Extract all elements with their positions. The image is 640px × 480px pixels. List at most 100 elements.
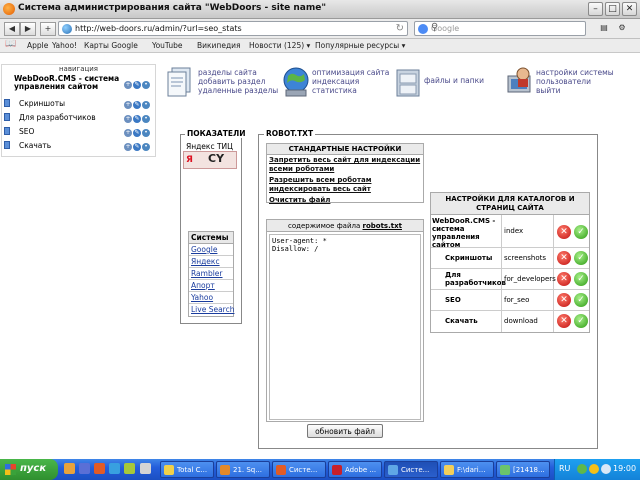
tool-link-sections[interactable]: разделы сайта (198, 68, 278, 77)
deny-icon[interactable]: ✕ (557, 314, 571, 328)
tree-item-label: Для разработчиков (19, 113, 96, 122)
search-field[interactable]: Google ⚲ (414, 21, 586, 36)
system-link-yandex[interactable]: Яндекс (189, 256, 233, 268)
file-content-box: содержимое файла robots.txt (266, 219, 424, 422)
allow-icon[interactable]: ✓ (574, 293, 588, 307)
taskbar-item[interactable]: Систе... (272, 461, 326, 478)
edit-icon[interactable]: ✎ (133, 129, 141, 137)
system-link-google[interactable]: Google (189, 244, 233, 256)
add-icon[interactable]: + (124, 81, 132, 89)
allow-icon[interactable]: ✓ (574, 314, 588, 328)
allow-icon[interactable]: ✓ (574, 251, 588, 265)
settings-tool[interactable]: настройки системы пользователи выйти (506, 64, 636, 104)
forward-button[interactable]: ▶ (20, 22, 36, 36)
edit-icon[interactable]: ✎ (133, 115, 141, 123)
close-button[interactable]: ✕ (622, 2, 637, 16)
tool-link-files[interactable]: файлы и папки (424, 76, 484, 85)
robots-caption: ROBOT.TXT (264, 129, 316, 138)
gear-icon[interactable]: ⚙ (614, 22, 630, 36)
tray-icon[interactable] (601, 464, 611, 474)
start-button[interactable]: пуск (0, 459, 58, 480)
tree-item[interactable]: Скриншоты + ✎ • (4, 98, 155, 110)
edit-icon[interactable]: ✎ (133, 143, 141, 151)
tree-item[interactable]: Скачать + ✎ • (4, 140, 155, 152)
quicklaunch-icon[interactable] (124, 463, 135, 474)
add-icon[interactable]: + (124, 115, 132, 123)
tree-item[interactable]: Для разработчиков + ✎ • (4, 112, 155, 124)
settings-icon[interactable]: • (142, 129, 150, 137)
edit-icon[interactable]: ✎ (133, 81, 141, 89)
deny-icon[interactable]: ✕ (557, 293, 571, 307)
bookmark-item[interactable]: Yahoo! (52, 41, 77, 50)
add-icon[interactable]: + (124, 101, 132, 109)
tree-item[interactable]: SEO + ✎ • (4, 126, 155, 138)
taskbar-item-active[interactable]: Систе... (384, 461, 438, 478)
robots-textarea[interactable] (269, 234, 421, 420)
bookmark-item[interactable]: Apple (27, 41, 48, 50)
language-indicator[interactable]: RU (559, 464, 570, 473)
taskbar-item[interactable]: Adobe ... (328, 461, 382, 478)
update-file-button[interactable]: обновить файл (307, 424, 383, 438)
tool-link-users[interactable]: пользователи (536, 77, 614, 86)
settings-icon[interactable]: • (142, 101, 150, 109)
taskbar-item-label: Систе... (289, 466, 318, 474)
quicklaunch-icon[interactable] (140, 463, 151, 474)
bookmark-item[interactable]: Новости (125) ▾ (249, 41, 310, 50)
new-tab-button[interactable]: + (40, 22, 56, 36)
files-tool[interactable]: файлы и папки (394, 64, 494, 104)
settings-icon[interactable]: • (142, 81, 150, 89)
add-icon[interactable]: + (124, 129, 132, 137)
tree-item-root[interactable]: WebDooR.CMS - система управления сайтом … (4, 75, 155, 97)
deny-all-link[interactable]: Запретить весь сайт для индексации всеми… (267, 155, 423, 175)
bookmark-item[interactable]: Популярные ресурсы ▾ (315, 41, 405, 50)
deny-icon[interactable]: ✕ (557, 272, 571, 286)
minimize-button[interactable]: – (588, 2, 603, 16)
tool-link-logout[interactable]: выйти (536, 86, 614, 95)
bookmarks-book-icon[interactable]: 📖 (5, 39, 16, 49)
file-content-header: содержимое файла robots.txt (267, 220, 423, 232)
quicklaunch-icon[interactable] (79, 463, 90, 474)
edit-icon[interactable]: ✎ (133, 101, 141, 109)
quicklaunch-icon[interactable] (94, 463, 105, 474)
search-icon[interactable]: ⚲ (431, 22, 582, 33)
quicklaunch-icon[interactable] (64, 463, 75, 474)
reload-icon[interactable]: ↻ (396, 23, 404, 34)
seo-tool[interactable]: оптимизация сайта индексация статистика (282, 64, 392, 104)
robots-file-link[interactable]: robots.txt (363, 222, 402, 230)
deny-icon[interactable]: ✕ (557, 225, 571, 239)
tool-link-optimization[interactable]: оптимизация сайта (312, 68, 389, 77)
taskbar-item[interactable]: Total C... (160, 461, 214, 478)
system-link-yahoo[interactable]: Yahoo (189, 292, 233, 304)
taskbar-item[interactable]: 21. Sq... (216, 461, 270, 478)
tray-icon[interactable] (589, 464, 599, 474)
maximize-button[interactable]: □ (605, 2, 620, 16)
tool-link-deleted-sections[interactable]: удаленные разделы (198, 86, 278, 95)
back-button[interactable]: ◀ (4, 22, 20, 36)
allow-icon[interactable]: ✓ (574, 225, 588, 239)
allow-icon[interactable]: ✓ (574, 272, 588, 286)
bookmark-item[interactable]: Википедия (197, 41, 241, 50)
quicklaunch-icon[interactable] (109, 463, 120, 474)
system-link-live-search[interactable]: Live Search (189, 304, 234, 316)
tree-item-actions: + ✎ • (124, 141, 151, 151)
tool-link-indexing[interactable]: индексация (312, 77, 389, 86)
allow-all-link[interactable]: Разрешить всем роботам индексировать вес… (267, 175, 423, 195)
sections-tool[interactable]: разделы сайта добавить раздел удаленные … (166, 64, 278, 104)
settings-icon[interactable]: • (142, 115, 150, 123)
tool-link-statistics[interactable]: статистика (312, 86, 389, 95)
add-icon[interactable]: + (124, 143, 132, 151)
clear-file-link[interactable]: Очистить файл (267, 195, 423, 206)
system-link-aport[interactable]: Апорт (189, 280, 233, 292)
taskbar-item[interactable]: F:\dari... (440, 461, 494, 478)
settings-icon[interactable]: • (142, 143, 150, 151)
tool-link-add-section[interactable]: добавить раздел (198, 77, 278, 86)
system-link-rambler[interactable]: Rambler (189, 268, 233, 280)
page-icon[interactable]: ▤ (596, 22, 612, 36)
taskbar-item[interactable]: [21418... (496, 461, 550, 478)
tray-icon[interactable] (577, 464, 587, 474)
tool-link-system-settings[interactable]: настройки системы (536, 68, 614, 77)
deny-icon[interactable]: ✕ (557, 251, 571, 265)
bookmark-item[interactable]: YouTube (152, 41, 183, 50)
bookmark-item[interactable]: Карты Google (84, 41, 138, 50)
url-field[interactable]: http://web-doors.ru/admin/?url=seo_stats… (58, 21, 408, 36)
